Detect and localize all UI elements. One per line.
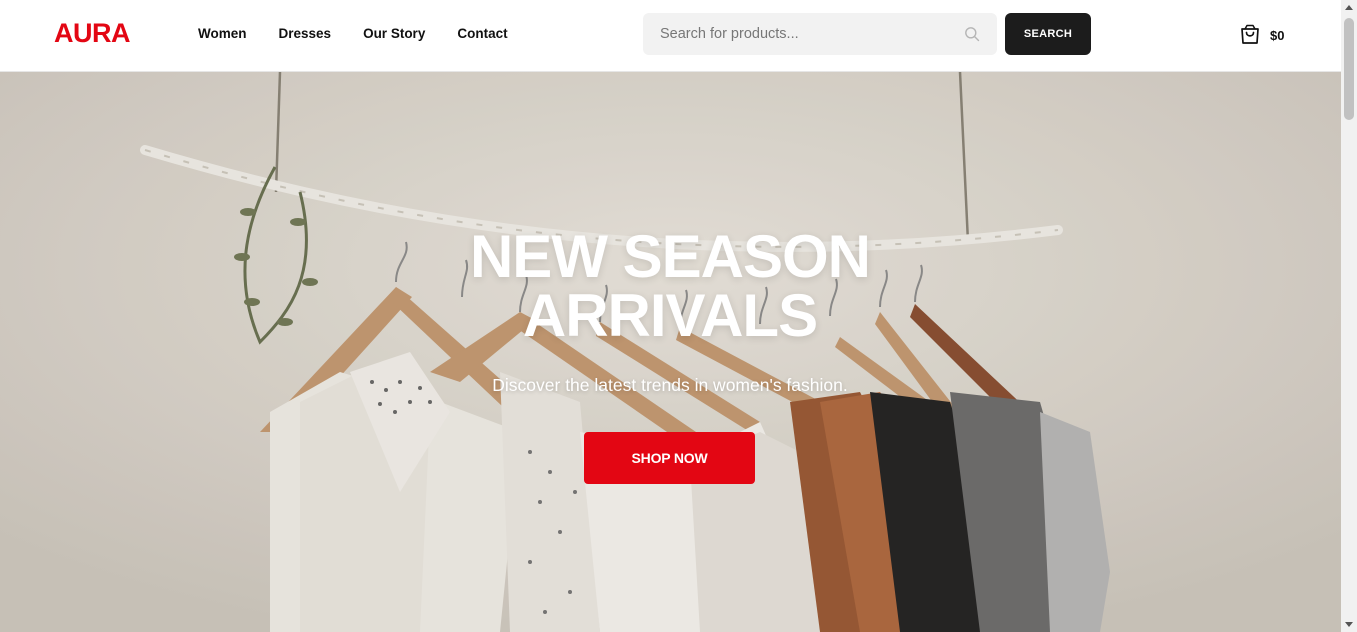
page-scrollbar[interactable] [1341, 0, 1357, 632]
search-box [643, 13, 997, 55]
cart-button[interactable]: $0 [1238, 22, 1298, 48]
hero-banner: NEW SEASON ARRIVALS Discover the latest … [0, 72, 1341, 632]
search-icon [965, 27, 980, 42]
logo[interactable]: AURA [54, 18, 131, 49]
scrollbar-thumb[interactable] [1344, 18, 1354, 120]
site-header: AURA Women Dresses Our Story Contact SEA… [0, 0, 1341, 72]
nav-link-our-story[interactable]: Our Story [363, 26, 425, 41]
search-input[interactable] [643, 13, 953, 55]
cart-total: $0 [1270, 28, 1285, 43]
search-button[interactable]: SEARCH [1005, 13, 1091, 55]
nav-link-dresses[interactable]: Dresses [279, 26, 332, 41]
hero-title: NEW SEASON ARRIVALS [469, 223, 871, 349]
hero-subtitle: Discover the latest trends in women's fa… [492, 375, 848, 395]
nav-link-contact[interactable]: Contact [457, 26, 507, 41]
hero-overlay [0, 72, 1341, 632]
shop-now-button[interactable]: SHOP NOW [584, 432, 755, 484]
scroll-up-arrow-icon[interactable] [1345, 5, 1353, 10]
scroll-down-arrow-icon[interactable] [1345, 622, 1353, 627]
shopping-bag-icon [1241, 24, 1259, 44]
main-nav: Women Dresses Our Story Contact [198, 26, 540, 41]
nav-link-women[interactable]: Women [198, 26, 247, 41]
